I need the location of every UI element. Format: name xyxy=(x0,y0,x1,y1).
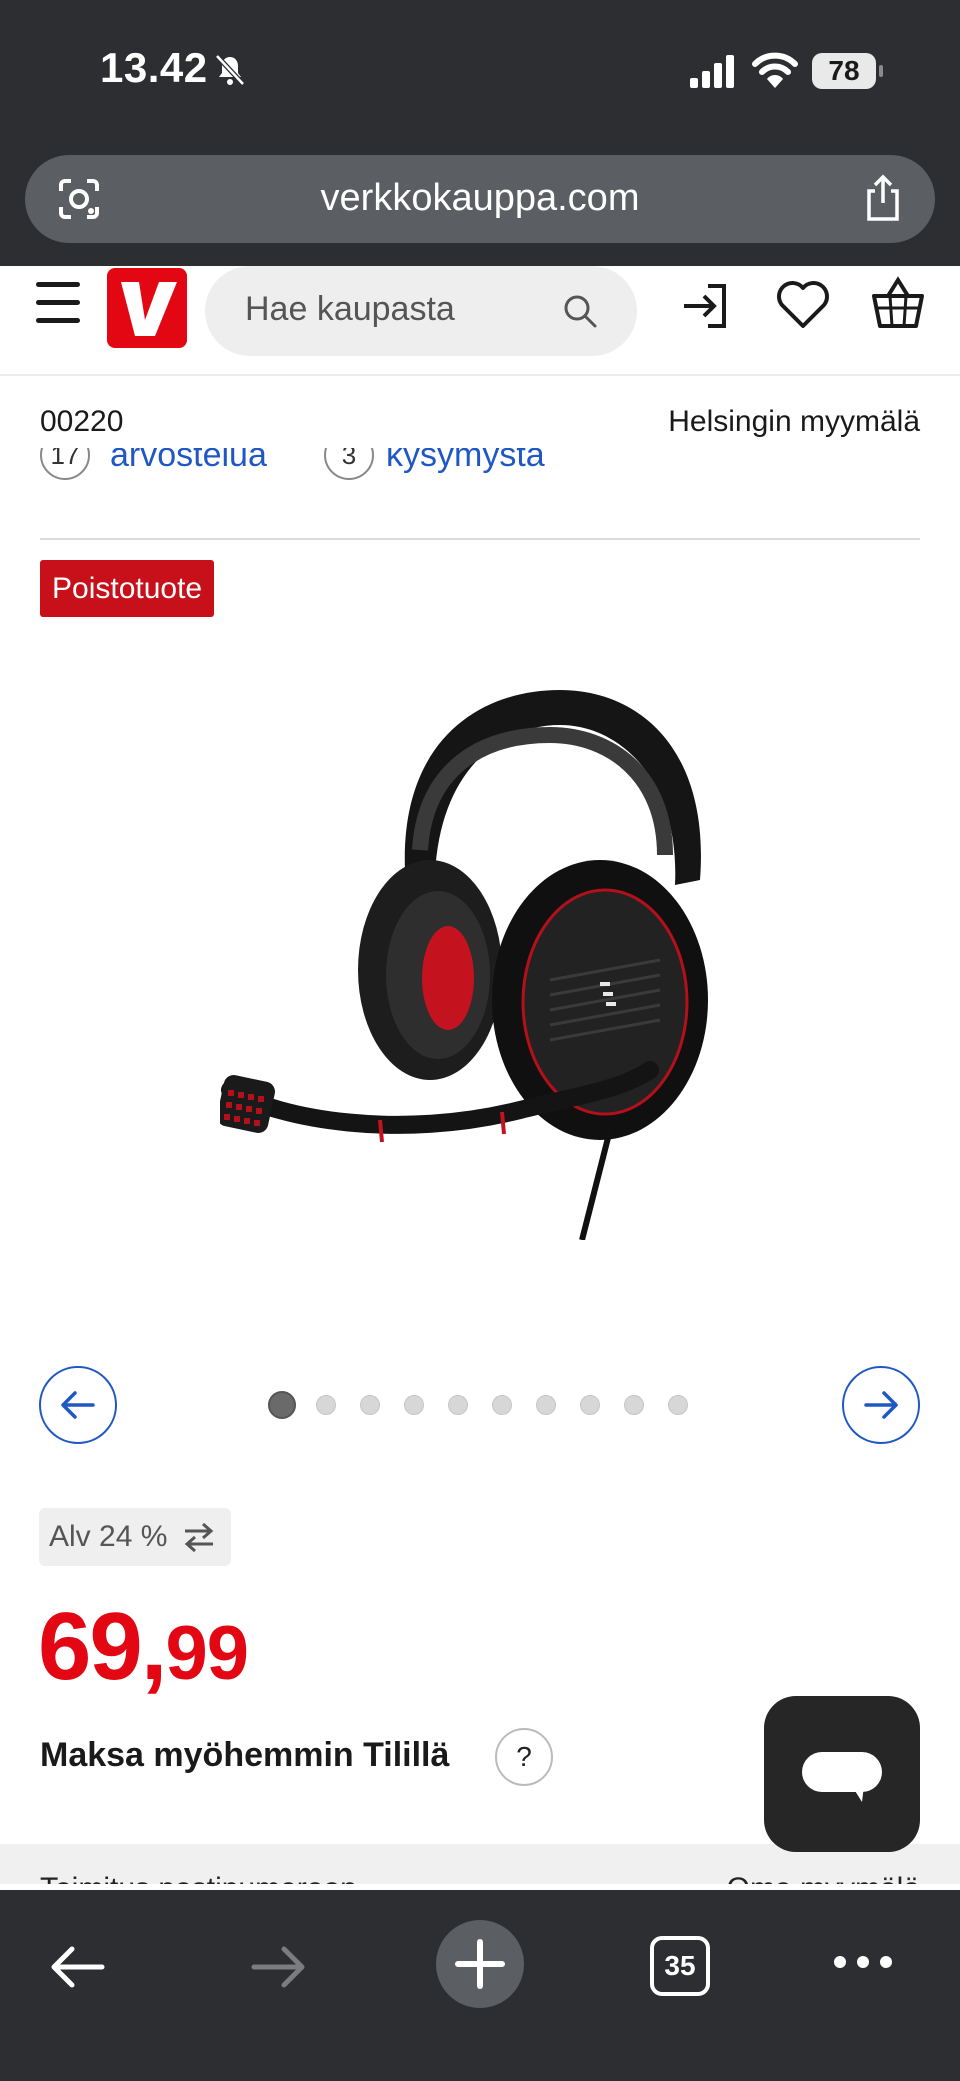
carousel-dot[interactable] xyxy=(536,1395,556,1415)
carousel-dot[interactable] xyxy=(360,1395,380,1415)
address-bar[interactable]: verkkokauppa.com xyxy=(25,155,935,243)
postal-code[interactable]: 00220 xyxy=(40,405,123,439)
carousel-dot[interactable] xyxy=(404,1395,424,1415)
chat-bubble-icon xyxy=(802,1752,882,1802)
arrow-right-icon xyxy=(864,1391,898,1419)
battery-indicator: 78 xyxy=(812,53,883,89)
status-time: 13.42 xyxy=(100,44,208,91)
carousel-dot[interactable] xyxy=(448,1395,468,1415)
new-tab-button[interactable] xyxy=(436,1920,524,2008)
menu-icon[interactable] xyxy=(36,282,82,334)
arrow-left-icon xyxy=(61,1391,95,1419)
divider xyxy=(40,538,920,540)
browser-top-chrome: 13.42 78 verkkokauppa.com xyxy=(0,0,960,266)
carousel-dots xyxy=(268,1391,700,1419)
share-icon[interactable] xyxy=(861,173,905,223)
clearance-badge: Poistotuote xyxy=(40,560,215,617)
site-header: Hae kaupasta xyxy=(0,266,960,376)
bell-off-icon xyxy=(215,54,245,86)
vat-label: Alv 24 % xyxy=(49,1520,168,1553)
heart-icon[interactable] xyxy=(776,280,830,330)
product-price: 69,99 xyxy=(38,1592,249,1702)
search-placeholder: Hae kaupasta xyxy=(245,290,455,328)
chat-button[interactable] xyxy=(764,1696,920,1852)
wifi-icon xyxy=(752,52,798,88)
carousel-dot[interactable] xyxy=(624,1395,644,1415)
carousel-dot[interactable] xyxy=(268,1391,296,1419)
review-count: 17 xyxy=(40,448,90,480)
carousel-prev-button[interactable] xyxy=(39,1366,117,1444)
verkkokauppa-logo[interactable] xyxy=(107,268,187,348)
pay-later-label: Maksa myöhemmin Tilillä xyxy=(40,1736,450,1774)
carousel-dot[interactable] xyxy=(668,1395,688,1415)
pay-later-help-button[interactable]: ? xyxy=(495,1728,553,1786)
vat-toggle[interactable]: Alv 24 % xyxy=(39,1508,231,1566)
carousel-dot[interactable] xyxy=(316,1395,336,1415)
search-icon[interactable] xyxy=(561,292,599,330)
back-arrow-icon[interactable] xyxy=(48,1942,106,1992)
cellular-signal-icon xyxy=(690,55,734,88)
login-icon[interactable] xyxy=(680,280,732,332)
questions-link[interactable]: kysymystä xyxy=(386,448,545,475)
carousel-next-button[interactable] xyxy=(842,1366,920,1444)
price-integer: 69, xyxy=(38,1593,167,1700)
reviews-link[interactable]: arvostelua xyxy=(110,448,267,475)
plus-icon xyxy=(455,1939,505,1989)
reviews-row: 17 arvostelua 3 kysymystä xyxy=(40,448,920,490)
basket-icon[interactable] xyxy=(870,276,926,332)
delivery-postcode-label[interactable]: Toimitus postinumeroon xyxy=(40,1872,357,1884)
price-decimals: 99 xyxy=(165,1611,249,1696)
url-text: verkkokauppa.com xyxy=(320,177,640,219)
tabs-count-button[interactable]: 35 xyxy=(650,1936,710,1996)
search-input[interactable]: Hae kaupasta xyxy=(205,266,637,356)
carousel-dot[interactable] xyxy=(492,1395,512,1415)
question-count: 3 xyxy=(324,448,374,480)
swap-icon xyxy=(184,1522,214,1553)
product-image-headset[interactable] xyxy=(220,680,740,1240)
more-options-icon[interactable] xyxy=(830,1952,896,1972)
browser-bottom-bar: 35 xyxy=(0,1890,960,2081)
store-selector[interactable]: Helsingin myymälä xyxy=(668,405,920,439)
forward-arrow-icon[interactable] xyxy=(250,1942,308,1992)
carousel-dot[interactable] xyxy=(580,1395,600,1415)
delivery-store-label[interactable]: Oma myymälä xyxy=(727,1872,920,1884)
page: 13.42 78 verkkokauppa.com Hae kaupasta 0… xyxy=(0,0,960,2081)
